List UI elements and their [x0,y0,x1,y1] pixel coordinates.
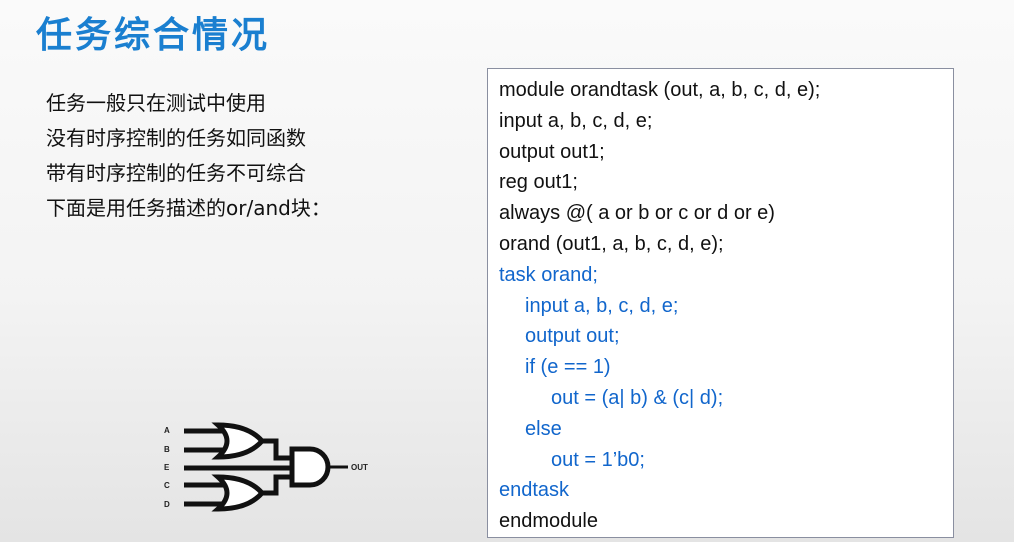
code-line: out = 1’b0; [551,448,645,471]
slide-title: 任务综合情况 [36,15,271,56]
and-gate-icon [289,446,331,488]
code-line: task orand; [499,263,598,286]
or-gate-lower-icon [184,474,266,512]
or-and-gate-diagram: A B E C D OUT [164,422,368,512]
bullet-item: 下面是用任务描述的or/and块： [46,196,331,220]
code-line: reg out1; [499,171,578,194]
bullet-list: 任务一般只在测试中使用 没有时序控制的任务如同函数 带有时序控制的任务不可综合 … [46,86,331,226]
bullet-item: 任务一般只在测试中使用 [46,91,266,115]
input-label-a: A [164,426,170,435]
code-line: output out; [525,325,620,348]
code-line: out = (a| b) & (c| d); [551,386,724,409]
code-line: else [525,417,562,440]
code-line: module orandtask (out, a, b, c, d, e); [499,79,821,101]
code-line: input a, b, c, d, e; [499,109,653,132]
code-line: endmodule [499,510,598,533]
output-label: OUT [351,463,368,472]
code-line: endtask [499,479,570,502]
bullet-item: 没有时序控制的任务如同函数 [46,126,306,150]
code-line: always @( a or b or c or d or e) [499,202,775,225]
code-line: if (e == 1) [525,356,611,379]
input-label-d: D [164,500,170,509]
input-label-b: B [164,445,170,454]
code-line: output out1; [499,140,605,163]
or-gate-upper-icon [184,422,266,460]
input-label-c: C [164,481,170,490]
input-label-e: E [164,463,170,472]
bullet-item: 带有时序控制的任务不可综合 [46,161,306,185]
code-listing: module orandtask (out, a, b, c, d, e); in… [487,68,954,538]
code-line: input a, b, c, d, e; [525,294,679,317]
code-line: orand (out1, a, b, c, d, e); [499,232,724,255]
